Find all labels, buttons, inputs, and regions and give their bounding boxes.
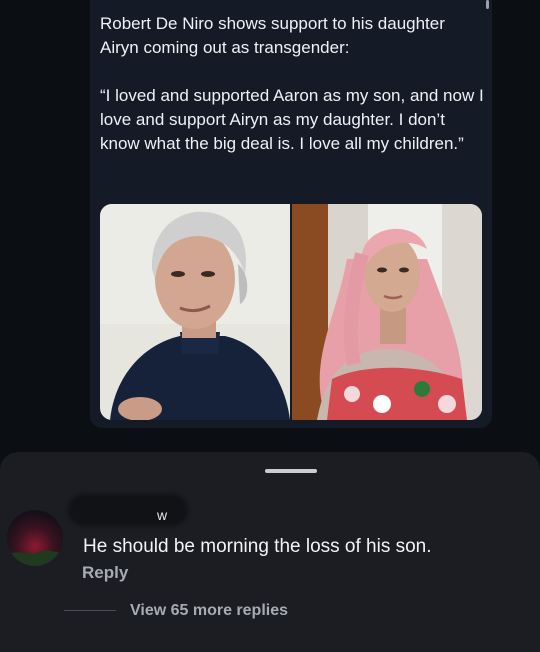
post-quote: “I loved and supported Aaron as my son, … — [100, 86, 484, 153]
man-portrait-photo[interactable] — [100, 204, 290, 420]
view-more-replies-button[interactable]: View 65 more replies — [130, 602, 288, 620]
post-text: Robert De Niro shows support to his daug… — [100, 12, 485, 156]
woman-portrait-photo[interactable] — [292, 204, 482, 420]
post-card[interactable]: Robert De Niro shows support to his daug… — [90, 0, 492, 428]
post-images[interactable] — [100, 204, 482, 420]
reply-button[interactable]: Reply — [82, 563, 128, 583]
comment-text: He should be morning the loss of his son… — [83, 536, 432, 557]
drag-handle[interactable] — [265, 469, 317, 473]
avatar[interactable] — [7, 510, 63, 566]
replies-divider — [64, 610, 116, 611]
username-suffix: w — [157, 507, 168, 523]
redacted-username — [68, 494, 188, 526]
post-headline: Robert De Niro shows support to his daug… — [100, 14, 445, 57]
comments-sheet: w He should be morning the loss of his s… — [0, 452, 540, 652]
scrollbar[interactable] — [486, 0, 489, 9]
